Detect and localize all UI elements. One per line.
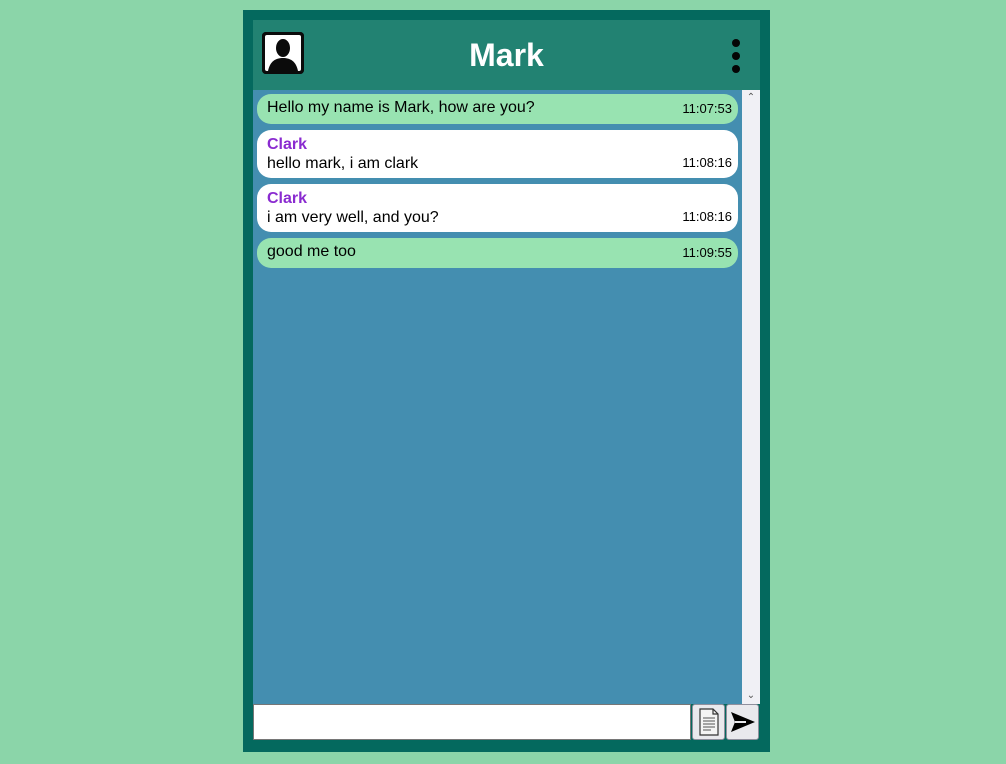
message-time: 11:08:16: [682, 209, 732, 224]
message-bubble-received: Clark hello mark, i am clark 11:08:16: [257, 130, 738, 178]
message-list-scrollbar[interactable]: ⌃ ⌄: [742, 90, 760, 704]
send-button[interactable]: [726, 704, 759, 740]
scroll-up-icon[interactable]: ⌃: [742, 90, 760, 106]
message-bubble-received: Clark i am very well, and you? 11:08:16: [257, 184, 738, 232]
message-bubble-sent: good me too 11:09:55: [257, 238, 738, 268]
message-bubble-sent: Hello my name is Mark, how are you? 11:0…: [257, 94, 738, 124]
message-text: good me too: [267, 243, 356, 260]
message-time: 11:09:55: [682, 245, 732, 260]
chat-window: Mark Hello my name is Mark, how are you?…: [243, 10, 770, 752]
message-text: i am very well, and you?: [267, 209, 439, 226]
message-sender: Clark: [267, 136, 308, 153]
composer: [253, 704, 760, 742]
attach-button[interactable]: [692, 704, 725, 740]
document-attach-icon: [698, 708, 719, 736]
scroll-down-icon[interactable]: ⌄: [742, 688, 760, 704]
vertical-dots-icon[interactable]: [726, 36, 746, 76]
message-time: 11:07:53: [682, 101, 732, 116]
message-input[interactable]: [253, 704, 691, 740]
message-sender: Clark: [267, 190, 308, 207]
contact-name: Mark: [469, 37, 544, 73]
message-list[interactable]: Hello my name is Mark, how are you? 11:0…: [253, 90, 742, 704]
message-text: Hello my name is Mark, how are you?: [267, 99, 535, 116]
chat-header: Mark: [253, 20, 760, 90]
message-text: hello mark, i am clark: [267, 155, 419, 172]
message-time: 11:08:16: [682, 155, 732, 170]
send-arrow-icon: [730, 712, 755, 732]
